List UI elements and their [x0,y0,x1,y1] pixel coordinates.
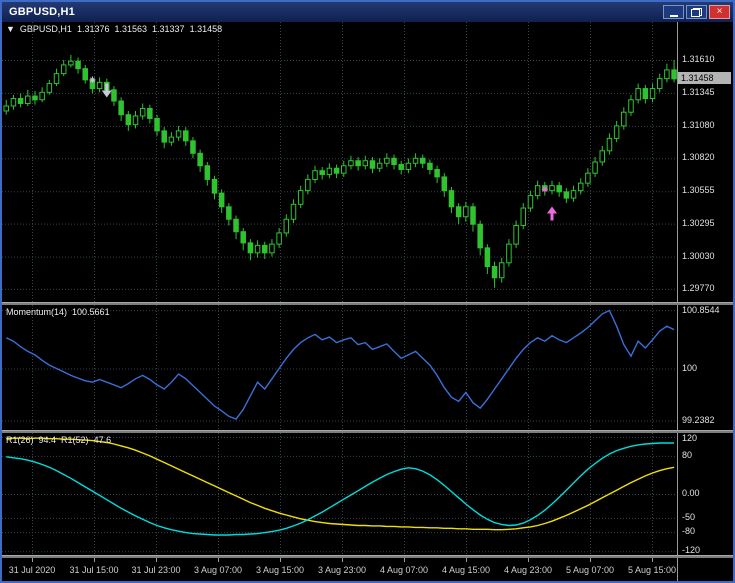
time-axis-label: 5 Aug 07:00 [565,565,615,575]
time-axis[interactable]: 31 Jul 2020 31 Jul 15:00 31 Jul 23:00 3 Aug… [2,558,677,581]
scale-label: 100.8544 [682,305,720,315]
signal-arrow-up[interactable] [546,206,557,221]
signal-arrow-down[interactable] [101,83,112,98]
time-axis-tick [466,558,467,562]
scale-label: -120 [682,545,701,555]
scale-label: 1.30555 [682,185,715,195]
current-price-tag: 1.31458 [678,72,731,84]
momentum-value: 100.5661 [72,307,110,317]
time-axis-label: 3 Aug 15:00 [255,565,305,575]
restore-icon [691,7,702,17]
scale-label: -80 [682,526,696,536]
scale-label: 1.31080 [682,120,715,130]
momentum-chart [2,305,677,430]
scale-label: 1.30820 [682,152,715,162]
time-axis-label: 3 Aug 07:00 [193,565,243,575]
oscillator-scale[interactable]: 120 80 0.00 -50 -80 -120 [677,433,733,555]
window-controls: × [663,5,730,19]
momentum-readout: Momentum(14) 100.5661 [6,307,110,317]
time-axis-tick [590,558,591,562]
scale-label: 1.30295 [682,218,715,228]
time-axis-label: 31 Jul 2020 [8,565,56,575]
oscillator1-value: 94.4 [38,435,57,445]
oscillator-readout: R1(26) 94.4 R1(52) 47.6 [6,435,111,445]
scale-label: -50 [682,512,696,522]
oscillator-panel[interactable]: R1(26) 94.4 R1(52) 47.6 [2,433,677,555]
oscillator2-name: R1(52) [61,435,89,445]
low-value: 1.31337 [152,24,185,34]
scale-label: 99.2382 [682,415,715,425]
candlestick-chart [2,22,677,302]
scale-label: 1.30030 [682,251,715,261]
chart-window: GBPUSD,H1 × ▼ GBPUSD,H1 1.31376 1.31563 … [0,0,735,583]
ohlc-readout: ▼ GBPUSD,H1 1.31376 1.31563 1.31337 1.31… [6,24,222,34]
minimize-button[interactable] [663,5,684,19]
oscillator1-name: R1(26) [6,435,34,445]
time-axis-label: 3 Aug 23:00 [317,565,367,575]
oscillator2-value: 47.6 [93,435,112,445]
scale-label: 120 [682,433,698,443]
signal-star[interactable] [541,186,548,193]
close-value: 1.31458 [189,24,223,34]
high-value: 1.31563 [114,24,148,34]
time-axis-tick [280,558,281,562]
scale-label: 100 [682,363,698,373]
time-axis-tick [218,558,219,562]
scale-label: 1.29770 [682,283,715,293]
symbol-period-label: GBPUSD,H1 [19,24,72,34]
time-axis-label: 4 Aug 15:00 [441,565,491,575]
time-axis-tick [652,558,653,562]
momentum-scale[interactable]: 100.8544 100 99.2382 [677,305,733,430]
open-value: 1.31376 [76,24,110,34]
oscillator-chart [2,433,677,555]
time-axis-tick [342,558,343,562]
scale-label: 1.31345 [682,87,715,97]
time-axis-tick [528,558,529,562]
time-axis-label: 4 Aug 07:00 [379,565,429,575]
time-axis-label: 31 Jul 15:00 [69,565,119,575]
scale-label: 1.31610 [682,54,715,64]
signal-star[interactable] [89,76,96,83]
time-axis-tick [156,558,157,562]
time-axis-label: 5 Aug 15:00 [627,565,677,575]
time-axis-label: 4 Aug 23:00 [503,565,553,575]
main-chart-plot[interactable]: ▼ GBPUSD,H1 1.31376 1.31563 1.31337 1.31… [2,22,677,302]
chart-area: ▼ GBPUSD,H1 1.31376 1.31563 1.31337 1.31… [2,22,733,581]
time-axis-tick [94,558,95,562]
time-axis-tick [32,558,33,562]
time-axis-label: 31 Jul 23:00 [131,565,181,575]
titlebar[interactable]: GBPUSD,H1 × [2,2,733,22]
window-title: GBPUSD,H1 [9,6,75,18]
time-axis-tick [404,558,405,562]
momentum-line [5,309,675,420]
scale-label: 80 [682,450,693,460]
price-scale[interactable]: 1.31610 1.31345 1.31080 1.30820 1.30555 1.302… [677,22,733,302]
r1-26-line [6,437,675,531]
collapse-arrow-icon[interactable]: ▼ [6,24,15,34]
momentum-name: Momentum(14) [6,307,68,317]
close-icon: × [716,6,723,17]
time-axis-corner [677,558,733,581]
candles-layer [3,54,677,288]
momentum-panel[interactable]: Momentum(14) 100.5661 [2,305,677,430]
restore-button[interactable] [686,5,707,19]
scale-label: 0.00 [682,488,700,498]
r1-52-line [6,442,675,536]
minimize-icon [669,14,678,17]
close-button[interactable]: × [709,5,730,19]
